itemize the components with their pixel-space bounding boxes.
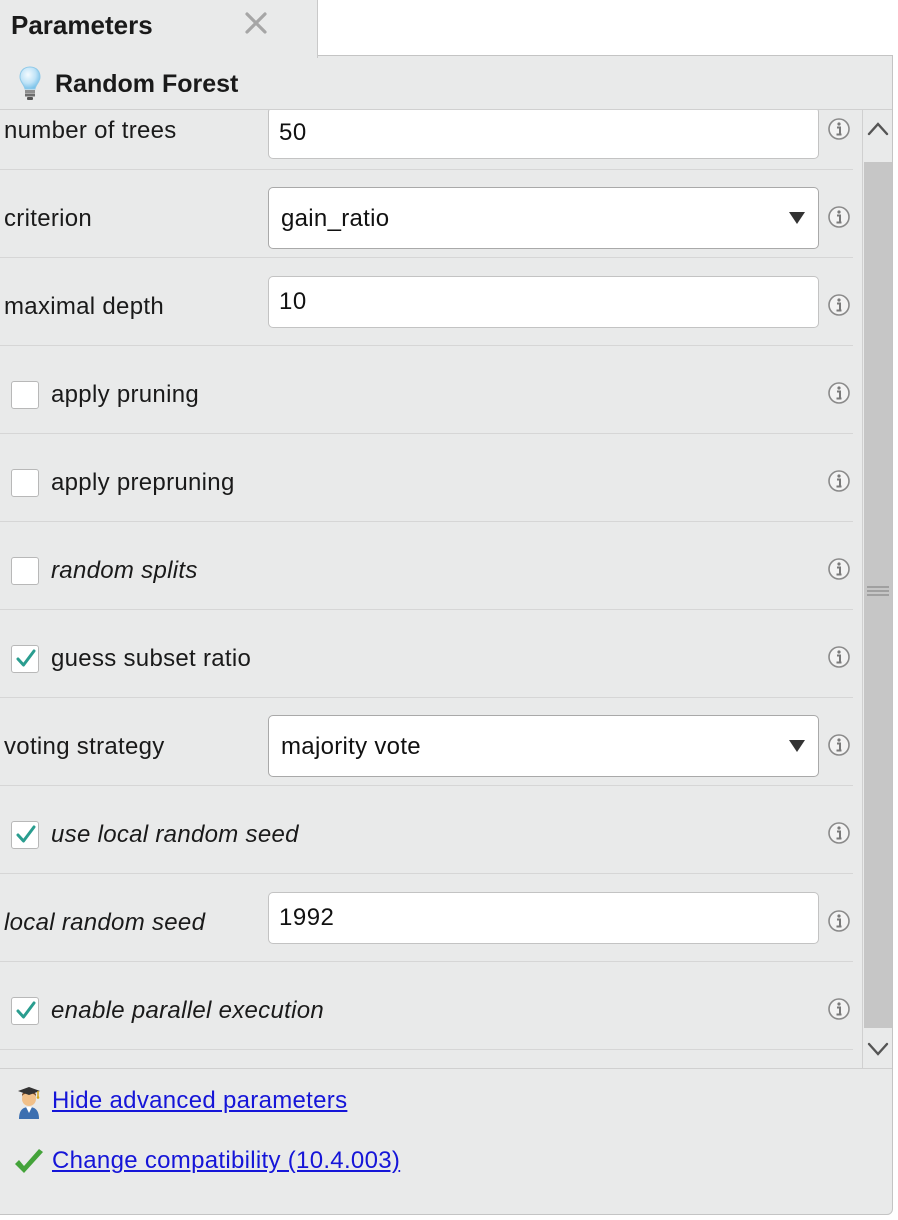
checkmark-icon [15,1149,43,1173]
info-icon[interactable] [827,293,851,317]
chevron-down-icon [789,212,805,224]
param-label: number of trees [4,117,177,144]
info-icon[interactable] [827,469,851,493]
enable-parallel-execution-checkbox[interactable] [11,997,39,1025]
tab-bar: Parameters [0,0,898,58]
param-row-guess-subset-ratio: guess subset ratio [0,610,853,698]
param-row-number-of-trees: number of trees 50 [0,110,853,170]
chevron-up-icon[interactable] [863,110,893,150]
criterion-dropdown[interactable]: gain_ratio [268,187,819,249]
param-label: local random seed [4,909,206,936]
tab-title: Parameters [11,10,153,40]
close-icon[interactable] [243,10,269,36]
parameters-panel: Random Forest number of trees 50 criteri… [0,55,893,1215]
guess-subset-ratio-checkbox[interactable] [11,645,39,673]
maximal-depth-input[interactable]: 10 [268,276,819,328]
hide-advanced-parameters-link[interactable]: Hide advanced parameters [52,1087,347,1115]
param-label: enable parallel execution [51,997,325,1024]
info-icon[interactable] [827,557,851,581]
param-row-use-local-random-seed: use local random seed [0,786,853,874]
param-label: apply prepruning [51,469,235,496]
checkmark-icon [16,1001,36,1019]
tab-parameters[interactable]: Parameters [0,0,318,58]
info-icon[interactable] [827,205,851,229]
chevron-down-icon [789,740,805,752]
info-icon[interactable] [827,645,851,669]
param-label: use local random seed [51,821,299,848]
param-row-maximal-depth: maximal depth 10 [0,258,853,346]
parameter-list: number of trees 50 criterion gain_ratio [0,110,862,1068]
param-row-local-random-seed: local random seed 1992 [0,874,853,962]
number-of-trees-input[interactable]: 50 [268,110,819,159]
grip-icon [867,586,889,596]
operator-title: Random Forest [55,70,239,98]
vertical-scrollbar[interactable] [862,110,892,1068]
panel-footer: Hide advanced parameters Change compatib… [0,1068,892,1214]
scrollbar-thumb[interactable] [864,162,892,1028]
lightbulb-icon [19,66,41,100]
info-icon[interactable] [827,117,851,141]
input-value: 1992 [279,904,335,931]
voting-strategy-dropdown[interactable]: majority vote [268,715,819,777]
expert-user-icon [18,1087,40,1119]
apply-prepruning-checkbox[interactable] [11,469,39,497]
info-icon[interactable] [827,909,851,933]
dropdown-value: gain_ratio [281,205,390,232]
param-row-apply-pruning: apply pruning [0,346,853,434]
dropdown-value: majority vote [281,733,421,760]
input-value: 10 [279,288,307,315]
param-label: guess subset ratio [51,645,252,672]
param-row-enable-parallel-execution: enable parallel execution [0,962,853,1050]
compatibility-row: Change compatibility (10.4.003) [0,1143,600,1183]
param-label: apply pruning [51,381,200,408]
param-row-apply-prepruning: apply prepruning [0,434,853,522]
checkmark-icon [16,649,36,667]
operator-header: Random Forest [0,56,892,110]
random-splits-checkbox[interactable] [11,557,39,585]
param-label: voting strategy [4,733,165,760]
info-icon[interactable] [827,381,851,405]
param-row-random-splits: random splits [0,522,853,610]
param-label: random splits [51,557,198,584]
param-row-voting-strategy: voting strategy majority vote [0,698,853,786]
info-icon[interactable] [827,733,851,757]
param-label: criterion [4,205,93,232]
param-label: maximal depth [4,293,164,320]
input-value: 50 [279,119,307,146]
info-icon[interactable] [827,821,851,845]
param-row-criterion: criterion gain_ratio [0,170,853,258]
apply-pruning-checkbox[interactable] [11,381,39,409]
advanced-parameters-row: Hide advanced parameters [0,1083,600,1123]
use-local-random-seed-checkbox[interactable] [11,821,39,849]
chevron-down-icon[interactable] [863,1028,893,1068]
change-compatibility-link[interactable]: Change compatibility (10.4.003) [52,1147,400,1175]
info-icon[interactable] [827,997,851,1021]
local-random-seed-input[interactable]: 1992 [268,892,819,944]
checkmark-icon [16,825,36,843]
